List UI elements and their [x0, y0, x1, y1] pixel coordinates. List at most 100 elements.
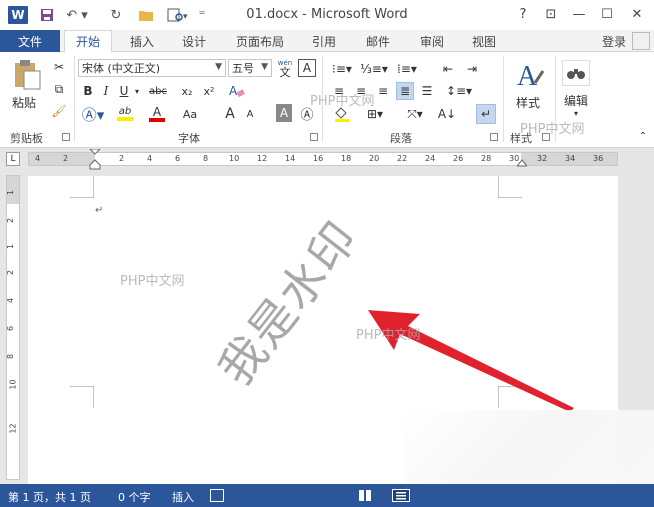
ruler-number: 36: [593, 154, 604, 163]
ruler-number: 1: [6, 189, 16, 196]
font-color-button[interactable]: A: [144, 104, 170, 124]
binoculars-icon[interactable]: [562, 60, 590, 86]
read-mode-icon[interactable]: [358, 489, 372, 502]
font-name-combo[interactable]: 宋体 (中文正文) ▼: [78, 59, 226, 77]
avatar[interactable]: [632, 32, 650, 50]
tab-review[interactable]: 审阅: [410, 30, 454, 52]
paste-label[interactable]: 粘贴: [12, 94, 36, 111]
align-right-icon[interactable]: ≡: [374, 82, 392, 100]
enclose-char-button[interactable]: A: [298, 59, 316, 77]
ruler-number: 2: [6, 269, 16, 276]
ribbon-tabs: 文件 开始 插入 设计 页面布局 引用 邮件 审阅 视图 登录: [0, 30, 654, 53]
styles-label[interactable]: 样式: [516, 94, 540, 111]
distributed-icon[interactable]: ☰: [418, 82, 436, 100]
title-bar: W ↶ ▾ ↻ ▾ ⁼ 01.docx - Microsoft Word ? ⊡…: [0, 0, 654, 30]
font-size-combo[interactable]: 五号 ▼: [228, 59, 272, 77]
highlight-color-swatch: [117, 117, 133, 121]
minimize-button[interactable]: —: [566, 4, 592, 24]
ruler-number: 16: [313, 154, 324, 163]
status-bar: 第 1 页，共 1 页 0 个字 插入: [0, 484, 654, 507]
bullets-icon[interactable]: ⁝≡▾: [328, 60, 356, 78]
show-marks-icon[interactable]: ↵: [476, 104, 496, 124]
tab-home[interactable]: 开始: [64, 30, 112, 53]
paste-icon[interactable]: [10, 58, 44, 92]
font-group-label: 字体: [178, 132, 200, 145]
ruler-number: 1: [6, 243, 16, 250]
maximize-button[interactable]: ☐: [594, 4, 620, 24]
tab-page-layout[interactable]: 页面布局: [228, 30, 292, 52]
justify-icon[interactable]: ≣: [396, 82, 414, 100]
help-button[interactable]: ?: [510, 4, 536, 24]
margin-corner-top-left: [70, 176, 94, 198]
page-count[interactable]: 第 1 页，共 1 页: [8, 489, 91, 505]
word-count[interactable]: 0 个字: [118, 489, 151, 505]
tab-references[interactable]: 引用: [302, 30, 346, 52]
tab-design[interactable]: 设计: [172, 30, 216, 52]
chevron-down-icon[interactable]: ▾: [570, 108, 582, 118]
multilevel-list-icon[interactable]: ⁞≡▾: [392, 60, 422, 78]
ribbon-display-button[interactable]: ⊡: [538, 4, 564, 24]
ruler-number: 20: [369, 154, 380, 163]
italic-button[interactable]: I: [98, 82, 114, 100]
vertical-ruler[interactable]: 1 2 1 2 4 6 8 10 12: [6, 175, 20, 480]
print-layout-icon[interactable]: [392, 489, 410, 502]
font-launcher-icon[interactable]: [310, 133, 318, 141]
numbering-icon[interactable]: ⅓≡▾: [360, 60, 388, 78]
tab-file[interactable]: 文件: [0, 30, 60, 52]
overlay-watermark: PHP中文网: [356, 328, 421, 343]
grow-font-button[interactable]: A: [222, 104, 238, 124]
close-button[interactable]: ✕: [624, 4, 650, 24]
ruler-number: 12: [8, 423, 18, 434]
chevron-down-icon: ▼: [261, 62, 268, 72]
line-spacing-icon[interactable]: ↕≡▾: [446, 82, 472, 100]
clipboard-launcher-icon[interactable]: [62, 133, 70, 141]
ruler-number: 2: [6, 217, 16, 224]
paragraph-launcher-icon[interactable]: [490, 133, 498, 141]
highlight-button[interactable]: ab: [112, 104, 138, 124]
copy-icon[interactable]: ⧉: [50, 80, 68, 98]
macro-record-icon[interactable]: [210, 489, 224, 502]
insert-mode[interactable]: 插入: [172, 489, 194, 505]
red-arrow-icon: [368, 310, 574, 412]
clipboard-group-label: 剪贴板: [10, 132, 43, 145]
collapse-ribbon-icon[interactable]: ⌃: [636, 130, 650, 142]
svg-text:A: A: [229, 84, 238, 98]
horizontal-ruler[interactable]: 4 2 2 4 6 8 10 12 14 16 18 20 22 24 26 2…: [28, 149, 618, 170]
tab-mailings[interactable]: 邮件: [356, 30, 400, 52]
indent-marker-icon[interactable]: [89, 149, 101, 171]
chevron-down-icon: ▼: [215, 62, 222, 72]
styles-icon[interactable]: A: [514, 58, 546, 92]
format-painter-icon[interactable]: 🖌: [50, 102, 68, 120]
font-color-swatch: [149, 117, 165, 122]
highlight-label: ab: [118, 106, 132, 117]
tab-view[interactable]: 视图: [462, 30, 506, 52]
tab-selector-icon[interactable]: L: [6, 152, 20, 166]
ruler-number: 10: [8, 379, 18, 390]
underline-button[interactable]: U: [116, 82, 132, 100]
clear-format-icon[interactable]: A: [226, 82, 248, 100]
decrease-indent-icon[interactable]: ⇤: [438, 60, 458, 78]
strikethrough-button[interactable]: abc: [144, 82, 172, 100]
chevron-down-icon[interactable]: ▾: [132, 82, 142, 100]
superscript-button[interactable]: x²: [200, 82, 218, 100]
sort-icon[interactable]: A↓: [436, 104, 458, 124]
bold-button[interactable]: B: [80, 82, 96, 100]
text-effects-button[interactable]: Ⓐ▾: [80, 104, 106, 124]
right-indent-marker-icon[interactable]: [517, 157, 527, 167]
svg-text:A: A: [517, 61, 538, 91]
editing-label[interactable]: 编辑: [564, 92, 588, 109]
ruler-number: 26: [453, 154, 464, 163]
change-case-button[interactable]: Aa: [178, 104, 202, 124]
paragraph-group-label: 段落: [390, 132, 412, 145]
char-shading-button[interactable]: A: [276, 104, 292, 122]
subscript-button[interactable]: x₂: [178, 82, 196, 100]
group-separator: [503, 56, 504, 142]
tab-insert[interactable]: 插入: [120, 30, 164, 52]
margin-corner-top-right: [498, 176, 522, 198]
phonetic-guide-button[interactable]: wén 文: [275, 57, 295, 79]
login-link[interactable]: 登录: [602, 33, 626, 50]
shrink-font-button[interactable]: A: [242, 104, 258, 124]
increase-indent-icon[interactable]: ⇥: [462, 60, 482, 78]
chinese-layout-icon[interactable]: ⤧▾: [402, 104, 428, 124]
cut-icon[interactable]: ✂: [50, 58, 68, 76]
